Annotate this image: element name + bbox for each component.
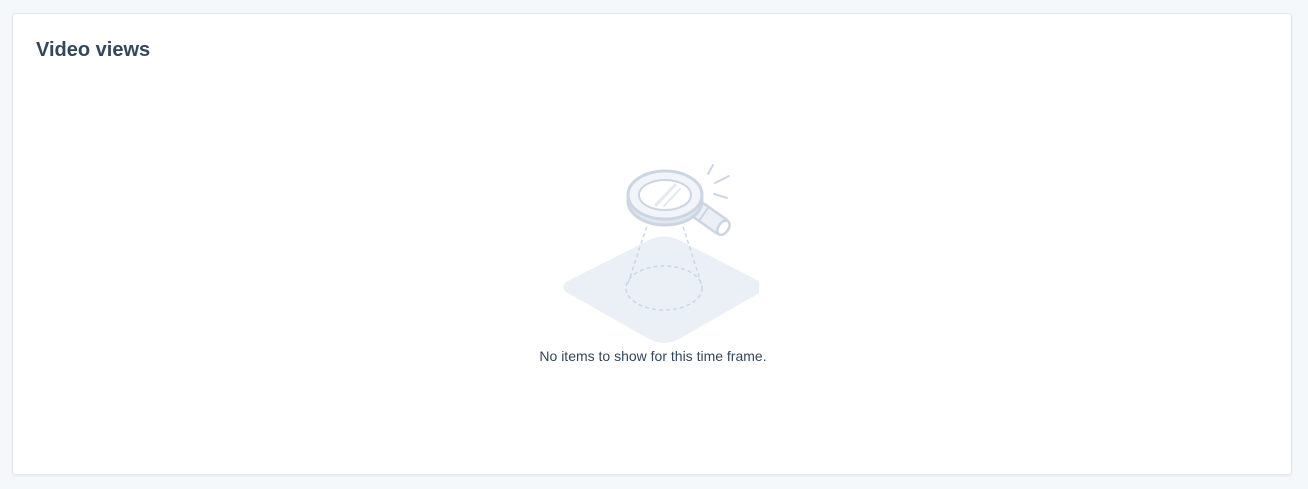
magnifying-glass-spotlight-icon [563,164,759,343]
empty-state-message: No items to show for this time frame. [539,348,767,364]
card-title: Video views [36,39,151,61]
video-views-card: Video views No items to show for this ti… [12,13,1292,475]
